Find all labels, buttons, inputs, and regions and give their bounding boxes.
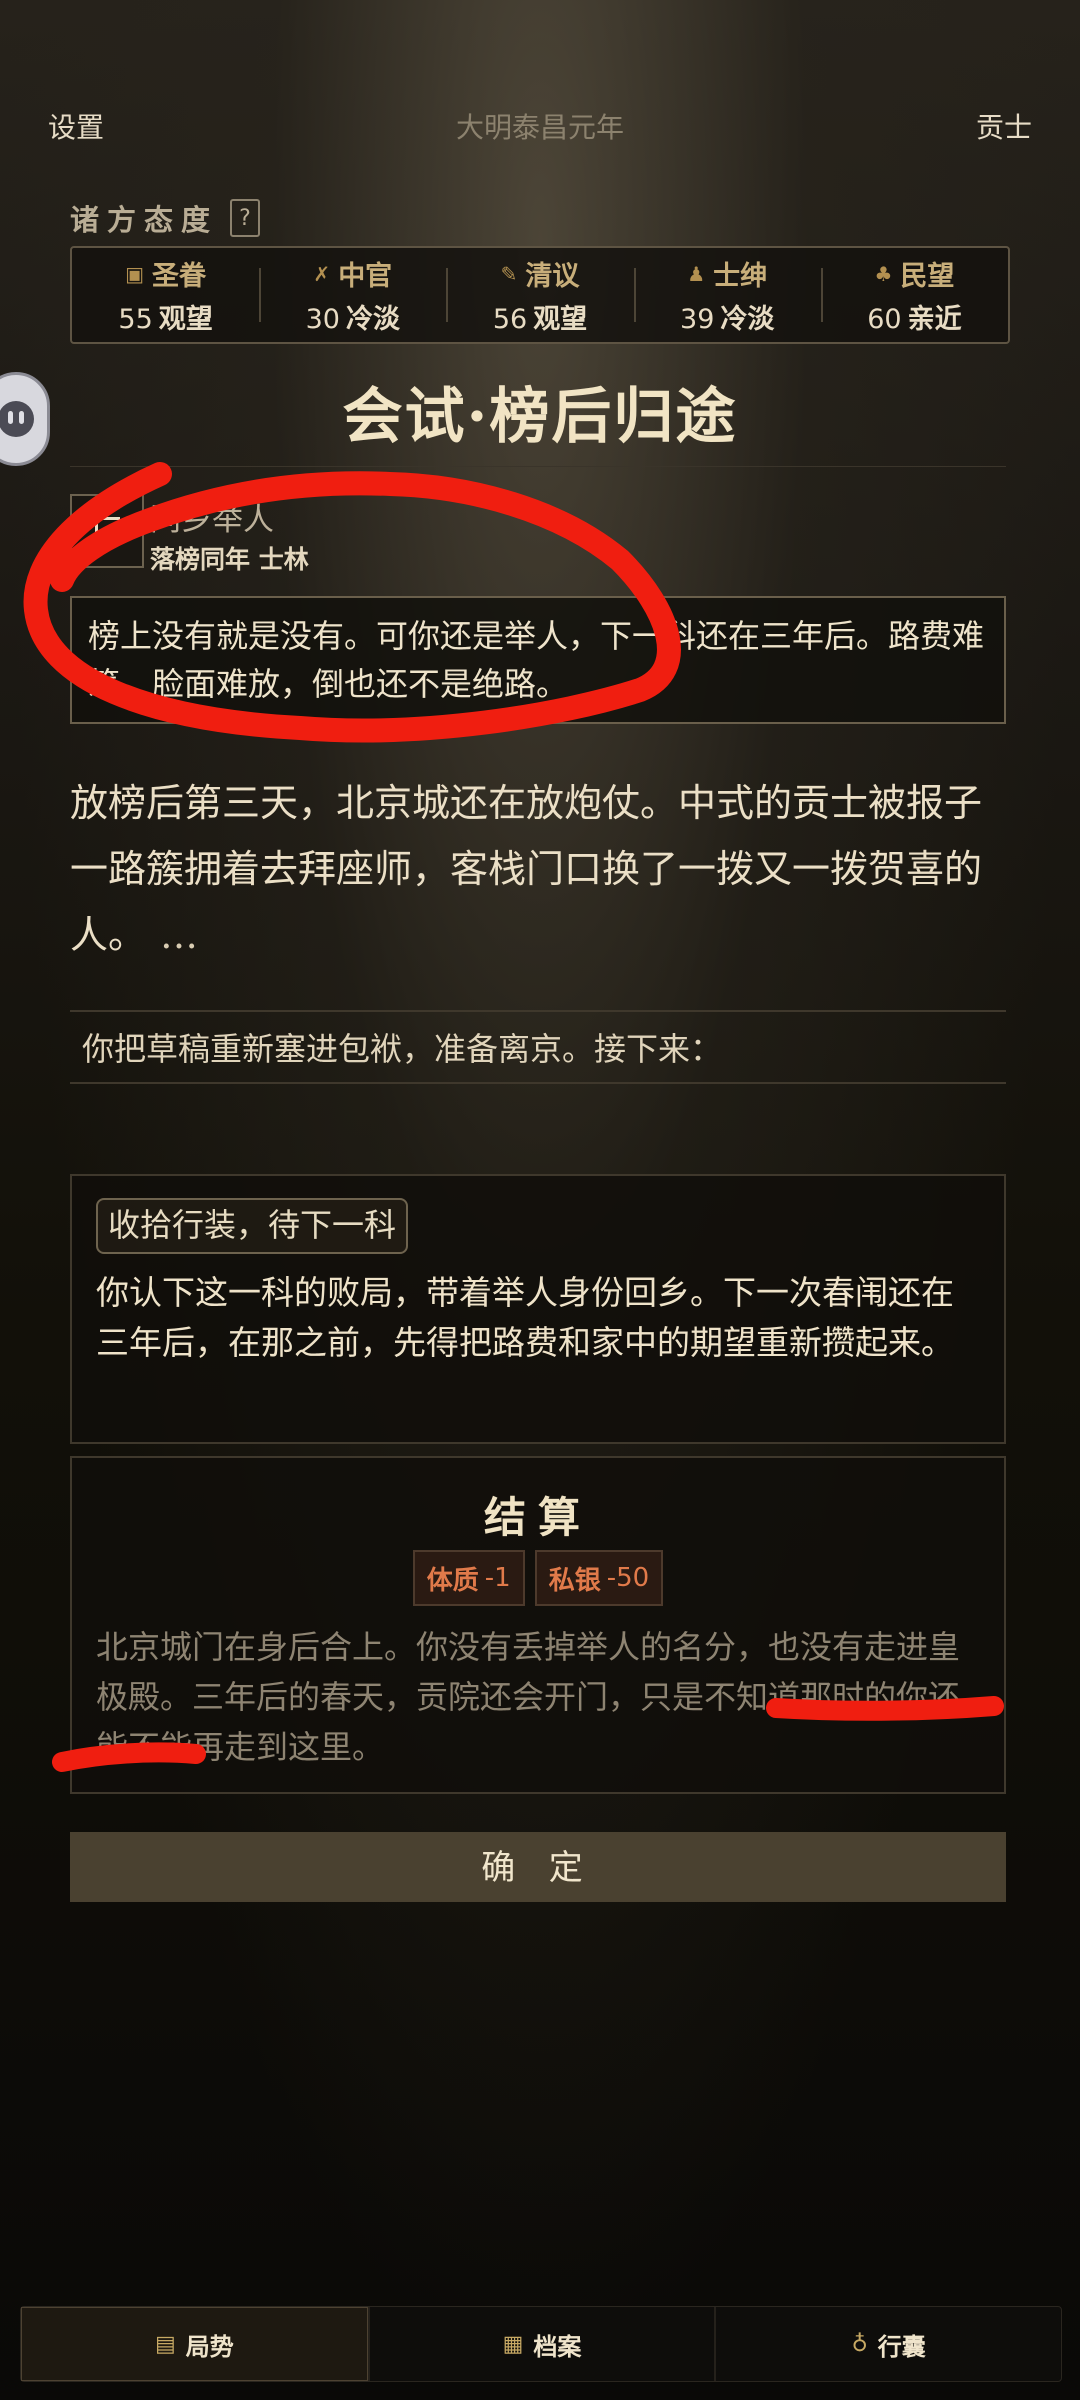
bag-icon: ♁ — [851, 2331, 868, 2357]
result-text: 北京城门在身后合上。你没有丢掉举人的名分，也没有走进皇极殿。三年后的春天，贡院还… — [96, 1628, 961, 1766]
more-indicator[interactable]: … — [160, 913, 198, 957]
attitude-value: 60 — [867, 304, 902, 335]
choice-option-desc: 你认下这一科的败局，带着举人身份回乡。下一次春闱还在三年后，在那之前，先得把路费… — [96, 1273, 954, 1362]
effect-label: 私银 — [548, 1565, 601, 1596]
attitude-item[interactable]: ✗ 中官 30 冷淡 — [259, 248, 446, 342]
narration-text[interactable]: 放榜后第三天，北京城还在放炮仗。中式的贡士被报子一路簇拥着去拜座师，客栈门口换了… — [70, 770, 1010, 968]
attitude-name: 清议 — [525, 261, 580, 292]
speaker-name: 同乡举人 — [150, 502, 274, 538]
attitude-value: 39 — [680, 304, 715, 335]
attitude-status: 观望 — [158, 304, 213, 335]
attitude-item[interactable]: ♟ 士绅 39 冷淡 — [633, 248, 821, 342]
attitude-item[interactable]: ♣ 民望 60 亲近 — [820, 248, 1008, 342]
title-divider — [70, 466, 1006, 467]
attitude-status: 冷淡 — [345, 304, 400, 335]
attitude-item[interactable]: ✎ 清议 56 观望 — [446, 248, 633, 342]
bottom-nav: ▤ 局势 ▦ 档案 ♁ 行囊 — [20, 2306, 1062, 2382]
person-icon: ♟ — [687, 261, 706, 286]
help-button[interactable]: ? — [230, 199, 261, 237]
attitude-status: 冷淡 — [720, 304, 775, 335]
crowd-icon: ♣ — [874, 261, 893, 286]
choice-option-card[interactable]: 收拾行装，待下一科 你认下这一科的败局，带着举人身份回乡。下一次春闱还在三年后，… — [70, 1174, 1006, 1444]
choice-option-title: 收拾行装，待下一科 — [96, 1198, 409, 1254]
file-icon: ▦ — [502, 2331, 524, 2357]
attitude-item[interactable]: ▣ 圣眷 55 观望 — [72, 248, 259, 342]
nav-label: 局势 — [185, 2332, 234, 2361]
confirm-button[interactable]: 确 定 — [70, 1832, 1006, 1902]
attitudes-panel: ▣ 圣眷 55 观望 ✗ 中官 30 冷淡 ✎ 清议 56 观望 ♟ 士绅 39 冷淡 ♣ 民望 … — [70, 246, 1010, 344]
seal-icon: ▣ — [125, 261, 145, 286]
scene-title: 会试·榜后归途 — [342, 382, 738, 452]
top-bar: 设置 大明泰昌元年 贡士 — [0, 100, 1080, 160]
nav-tab-situation[interactable]: ▤ 局势 — [21, 2307, 368, 2381]
speaker-subtitle: 落榜同年 士林 — [150, 545, 309, 574]
brush-icon: ✎ — [500, 261, 518, 286]
effect-badge: 私银 -50 — [534, 1550, 664, 1606]
dialogue-quote: 榜上没有就是没有。可你还是举人，下一科还在三年后。路费难筹，脸面难放，倒也还不是… — [70, 596, 1006, 724]
effect-delta: -50 — [606, 1563, 650, 1593]
era-title: 大明泰昌元年 — [455, 111, 624, 144]
attitude-name: 士绅 — [713, 261, 768, 292]
effect-delta: -1 — [484, 1563, 511, 1593]
nav-tab-archive[interactable]: ▦ 档案 — [367, 2307, 715, 2381]
choice-prompt: 你把草稿重新塞进包袱，准备离京。接下来： — [70, 1010, 1006, 1084]
book-icon: ▤ — [154, 2331, 176, 2357]
nav-label: 行囊 — [877, 2332, 926, 2361]
attitudes-header: 诸方态度 ? — [70, 198, 261, 238]
attitude-value: 55 — [118, 304, 153, 335]
result-title: 结算 — [483, 1493, 592, 1542]
result-card: 结算 体质 -1 私银 -50 北京城门在身后合上。你没有丢掉举人的名分，也没有走进… — [70, 1456, 1006, 1794]
whisk-icon: ✗ — [313, 261, 331, 286]
attitude-name: 民望 — [900, 261, 955, 292]
nav-label: 档案 — [533, 2332, 582, 2361]
rank-label: 贡士 — [975, 111, 1032, 144]
narration-body: 放榜后第三天，北京城还在放炮仗。中式的贡士被报子一路簇拥着去拜座师，客栈门口换了… — [70, 781, 983, 957]
effect-label: 体质 — [426, 1565, 479, 1596]
flag-icon — [94, 516, 120, 546]
nav-tab-bag[interactable]: ♁ 行囊 — [714, 2307, 1061, 2381]
result-effects: 体质 -1 私银 -50 — [72, 1550, 1004, 1606]
speaker-avatar — [70, 494, 144, 568]
attitude-name: 圣眷 — [152, 261, 207, 292]
attitude-value: 30 — [305, 304, 340, 335]
attitudes-title: 诸方态度 — [70, 203, 219, 237]
app-screen: 设置 大明泰昌元年 贡士 诸方态度 ? ▣ 圣眷 55 观望 ✗ 中官 30 冷淡 ✎ 清… — [0, 0, 1080, 2400]
attitude-status: 亲近 — [907, 304, 962, 335]
effect-badge: 体质 -1 — [412, 1550, 525, 1606]
attitude-name: 中官 — [338, 261, 393, 292]
attitude-value: 56 — [492, 304, 528, 335]
attitude-status: 观望 — [533, 304, 588, 335]
